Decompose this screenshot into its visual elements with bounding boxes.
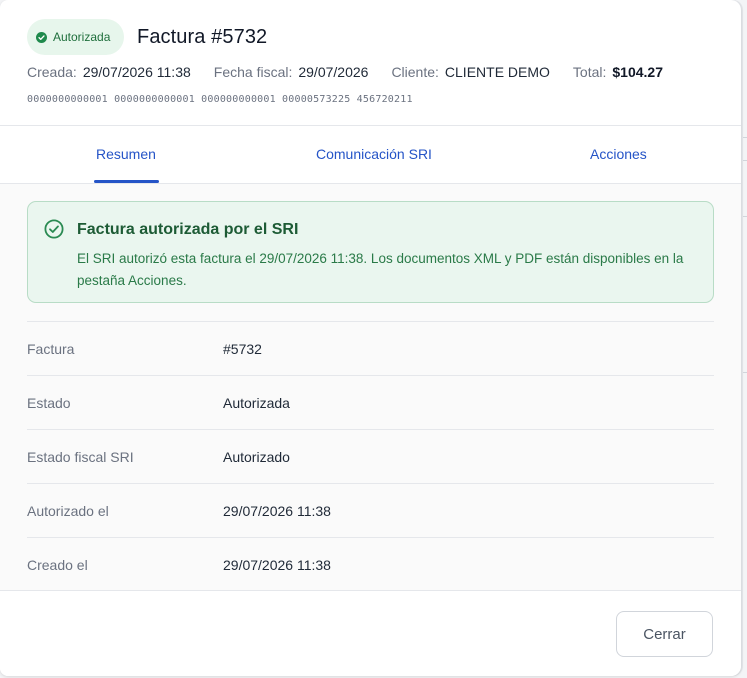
tab-resumen[interactable]: Resumen: [96, 146, 156, 162]
detail-value: Autorizada: [223, 395, 290, 411]
meta-created: Creada: 29/07/2026 11:38: [27, 64, 191, 80]
alert-message: El SRI autorizó esta factura el 29/07/20…: [77, 251, 684, 288]
alert-title: Factura autorizada por el SRI: [77, 221, 299, 238]
tab-acciones[interactable]: Acciones: [590, 146, 647, 162]
detail-row-estado: Estado Autorizada: [27, 375, 714, 429]
meta-client-label: Cliente:: [391, 64, 439, 80]
detail-label: Factura: [27, 341, 75, 357]
edge-tick: [743, 372, 747, 373]
tab-bar: Resumen Comunicación SRI Acciones: [0, 126, 741, 184]
invoice-modal: Autorizada Factura #5732 Creada: 29/07/2…: [0, 0, 741, 676]
detail-label: Estado: [27, 395, 71, 411]
detail-value: 29/07/2026 11:38: [223, 557, 331, 573]
invoice-meta: Creada: 29/07/2026 11:38 Fecha fiscal: 2…: [27, 64, 663, 80]
check-circle-icon: [36, 31, 47, 43]
tab-panel-resumen: Factura autorizada por el SRI El SRI aut…: [0, 184, 741, 590]
meta-fiscal-date-label: Fecha fiscal:: [213, 64, 293, 80]
meta-fiscal-date: Fecha fiscal: 29/07/2026: [214, 64, 369, 80]
meta-created-value: 29/07/2026 11:38: [82, 64, 191, 80]
detail-value: #5732: [223, 341, 262, 357]
detail-label: Creado el: [27, 557, 88, 573]
status-badge-label: Autorizada: [53, 30, 111, 44]
check-circle-icon: [44, 219, 64, 239]
tab-comunicacion-sri[interactable]: Comunicación SRI: [316, 146, 432, 162]
detail-row-creado-el: Creado el 29/07/2026 11:38: [27, 537, 714, 591]
meta-total: Total: $104.27: [573, 64, 663, 80]
page-title: Factura #5732: [137, 26, 268, 48]
background-edge: [741, 0, 747, 678]
detail-value: 29/07/2026 11:38: [223, 503, 331, 519]
active-tab-indicator: [94, 180, 159, 183]
details-list: Factura #5732 Estado Autorizada Estado f…: [27, 321, 714, 591]
meta-fiscal-date-value: 29/07/2026: [298, 64, 369, 80]
modal-footer: Cerrar: [0, 590, 741, 676]
detail-value: Autorizado: [223, 449, 290, 465]
modal-header: Autorizada Factura #5732 Creada: 29/07/2…: [0, 0, 741, 126]
access-key-codes: 0000000000001 0000000000001 000000000001…: [27, 94, 413, 105]
detail-label: Estado fiscal SRI: [27, 449, 134, 465]
meta-client-value: CLIENTE DEMO: [444, 64, 550, 80]
detail-row-estado-fiscal: Estado fiscal SRI Autorizado: [27, 429, 714, 483]
edge-tick: [743, 216, 747, 217]
detail-label: Autorizado el: [27, 503, 109, 519]
success-alert: Factura autorizada por el SRI El SRI aut…: [27, 201, 714, 303]
detail-row-autorizado-el: Autorizado el 29/07/2026 11:38: [27, 483, 714, 537]
meta-created-label: Creada:: [27, 64, 77, 80]
meta-total-label: Total:: [572, 64, 607, 80]
edge-tick: [743, 160, 747, 161]
meta-client: Cliente: CLIENTE DEMO: [391, 64, 549, 80]
meta-total-value: $104.27: [612, 64, 663, 80]
close-button[interactable]: Cerrar: [616, 611, 713, 657]
status-badge: Autorizada: [27, 19, 124, 55]
detail-row-factura: Factura #5732: [27, 321, 714, 375]
edge-tick: [743, 137, 747, 138]
